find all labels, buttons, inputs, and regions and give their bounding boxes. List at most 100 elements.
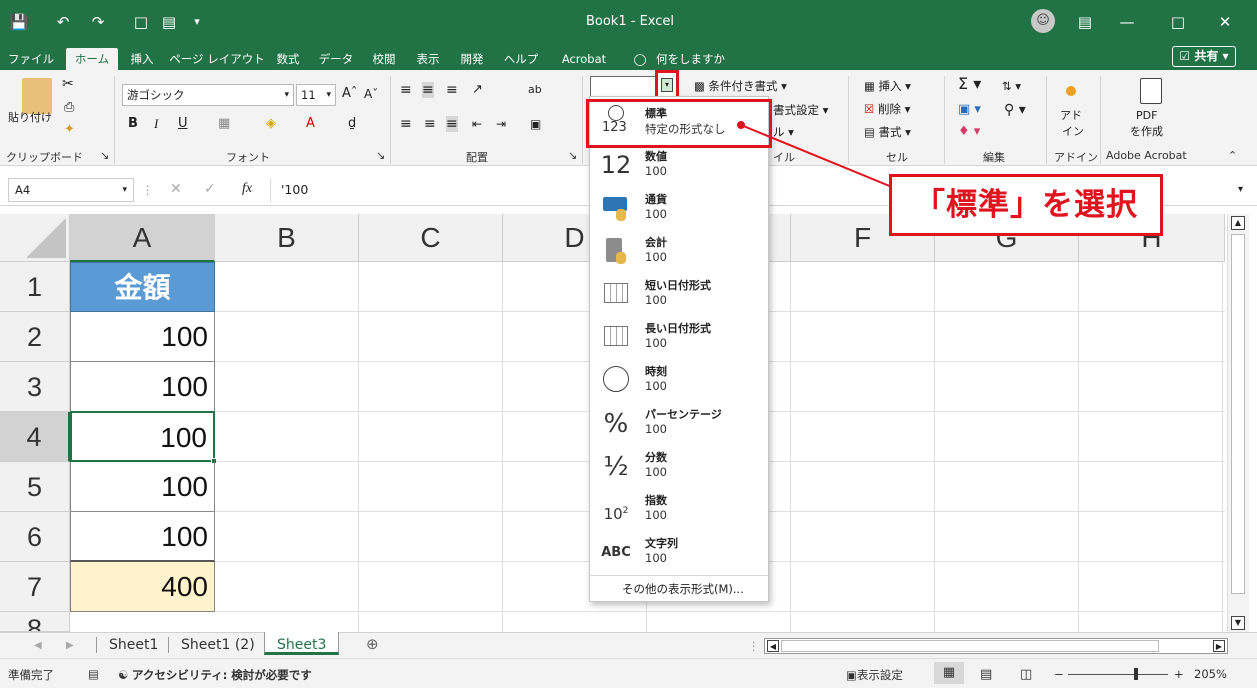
addins-icon[interactable] <box>1066 86 1076 96</box>
minimize-icon[interactable]: — <box>1112 10 1142 34</box>
horizontal-scrollbar[interactable]: ◀ ▶ <box>764 638 1228 654</box>
tab-acrobat[interactable]: Acrobat <box>552 48 616 70</box>
new-doc-icon[interactable]: □ <box>130 11 152 33</box>
tab-developer[interactable]: 開発 <box>454 48 490 70</box>
row-header-2[interactable]: 2 <box>0 312 70 362</box>
share-button[interactable]: ☑ 共有 ▾ <box>1172 46 1236 67</box>
row-header-7[interactable]: 7 <box>0 562 70 612</box>
maximize-icon[interactable]: □ <box>1163 10 1193 34</box>
border-icon[interactable]: ▦ <box>218 116 230 132</box>
collapse-ribbon-icon[interactable]: ⌃ <box>1228 149 1237 162</box>
cut-icon[interactable]: ✂ <box>62 76 74 92</box>
orientation-icon[interactable]: ↗ <box>472 82 483 98</box>
page-layout-view-icon[interactable]: ▤ <box>980 667 992 682</box>
cancel-icon[interactable]: ✕ <box>170 181 182 197</box>
normal-view-icon[interactable]: ▦ <box>934 662 964 684</box>
tab-file[interactable]: ファイル <box>6 48 56 70</box>
tab-insert[interactable]: 挿入 <box>124 48 160 70</box>
expand-formula-icon[interactable]: ▾ <box>1238 182 1243 198</box>
number-format-select[interactable] <box>590 76 656 98</box>
tab-home[interactable]: ホーム <box>66 48 118 70</box>
addins-line2[interactable]: イン <box>1062 124 1084 140</box>
column-header-a[interactable]: A <box>70 214 215 262</box>
insert-function-icon[interactable]: fx <box>242 181 252 197</box>
enter-icon[interactable]: ✓ <box>204 181 216 197</box>
format-item-time[interactable]: 時刻 100 <box>590 359 768 402</box>
align-center-icon[interactable]: ≡ <box>424 116 436 132</box>
align-middle-icon[interactable]: ≡ <box>422 82 434 98</box>
macro-record-icon[interactable]: ▤ <box>88 667 99 681</box>
cell-a6[interactable]: 100 <box>70 512 215 562</box>
zoom-level[interactable]: 205% <box>1194 667 1227 681</box>
prev-sheet-icon[interactable]: ◀ <box>34 638 42 654</box>
scroll-down-icon[interactable]: ▼ <box>1231 616 1245 630</box>
pdf-line2[interactable]: を作成 <box>1130 124 1163 140</box>
format-item-scientific[interactable]: 102 指数 100 <box>590 488 768 531</box>
sheet-tab-1[interactable]: Sheet1 <box>96 637 158 653</box>
autosum-icon[interactable]: Σ ▾ <box>958 76 981 92</box>
wrap-text-icon[interactable]: ab <box>528 82 542 98</box>
ribbon-display-icon[interactable]: ▤ <box>1070 10 1100 34</box>
redo-icon[interactable]: ↷ <box>87 11 109 33</box>
alignment-launcher-icon[interactable]: ↘ <box>568 149 577 162</box>
font-name-select[interactable]: 游ゴシック ▾ <box>122 84 294 106</box>
display-settings-button[interactable]: ▣表示設定 <box>846 667 903 683</box>
vertical-scrollbar[interactable]: ▲ ▼ <box>1227 214 1249 632</box>
align-bottom-icon[interactable]: ≡ <box>446 82 458 98</box>
sheet-tab-2[interactable]: Sheet1 (2) <box>168 637 255 653</box>
increase-font-icon[interactable]: Aˆ <box>342 86 357 102</box>
font-size-select[interactable]: 11 ▾ <box>296 84 336 106</box>
decrease-indent-icon[interactable]: ⇤ <box>472 116 482 132</box>
sort-filter-icon[interactable]: ⇅ ▾ <box>1002 78 1021 94</box>
find-icon[interactable]: ⚲ ▾ <box>1004 102 1026 118</box>
customize-icon[interactable]: ▾ <box>186 11 208 33</box>
sheet-tab-3[interactable]: Sheet3 <box>264 632 340 655</box>
bold-button[interactable]: B <box>128 116 138 132</box>
tab-page-layout[interactable]: ページ レイアウト <box>168 48 266 70</box>
column-header-b[interactable]: B <box>215 214 359 262</box>
format-item-fraction[interactable]: ½ 分数 100 <box>590 445 768 488</box>
row-header-5[interactable]: 5 <box>0 462 70 512</box>
italic-button[interactable]: I <box>154 116 158 132</box>
paste-icon[interactable] <box>22 78 52 114</box>
format-item-text[interactable]: ABC 文字列 100 <box>590 531 768 574</box>
fill-color-icon[interactable]: ◈ <box>266 116 276 132</box>
cell-a5[interactable]: 100 <box>70 462 215 512</box>
tab-data[interactable]: データ <box>314 48 358 70</box>
pdf-line1[interactable]: PDF <box>1136 108 1157 124</box>
zoom-out-icon[interactable]: − <box>1054 667 1064 681</box>
row-header-3[interactable]: 3 <box>0 362 70 412</box>
tell-me-search[interactable]: 何をしますか <box>656 48 736 70</box>
column-header-c[interactable]: C <box>359 214 503 262</box>
format-item-short-date[interactable]: 短い日付形式 100 <box>590 273 768 316</box>
zoom-in-icon[interactable]: + <box>1174 667 1184 681</box>
page-break-view-icon[interactable]: ◫ <box>1020 667 1032 682</box>
select-all-corner[interactable] <box>0 214 70 262</box>
tab-review[interactable]: 校閲 <box>366 48 402 70</box>
font-launcher-icon[interactable]: ↘ <box>376 149 385 162</box>
align-top-icon[interactable]: ≡ <box>400 82 412 98</box>
pdf-icon[interactable] <box>1140 78 1162 104</box>
font-color-icon[interactable]: A <box>306 116 315 132</box>
merge-center-icon[interactable]: ▣ <box>530 116 541 132</box>
clear-icon[interactable]: ♦ ▾ <box>958 124 980 140</box>
form-icon[interactable]: ▤ <box>158 11 180 33</box>
format-item-percentage[interactable]: % パーセンテージ 100 <box>590 402 768 445</box>
zoom-slider[interactable] <box>1068 674 1168 675</box>
format-item-long-date[interactable]: 長い日付形式 100 <box>590 316 768 359</box>
cell-a3[interactable]: 100 <box>70 362 215 412</box>
format-item-accounting[interactable]: 会計 100 <box>590 230 768 273</box>
decrease-font-icon[interactable]: Aˇ <box>364 86 378 102</box>
conditional-format-button[interactable]: ▩ 条件付き書式 ▾ <box>694 78 787 94</box>
format-painter-icon[interactable]: ✦ <box>64 122 75 138</box>
cell-a2[interactable]: 100 <box>70 312 215 362</box>
name-box[interactable]: A4 ▾ <box>8 178 134 202</box>
cell-a7[interactable]: 400 <box>70 562 215 612</box>
underline-button[interactable]: U <box>178 116 188 132</box>
cell-a1[interactable]: 金額 <box>70 262 215 312</box>
scroll-up-icon[interactable]: ▲ <box>1231 216 1245 230</box>
avatar[interactable]: ☺ <box>1031 9 1055 33</box>
row-header-4[interactable]: 4 <box>0 412 70 462</box>
addins-line1[interactable]: アド <box>1060 108 1082 124</box>
save-icon[interactable]: 💾 <box>8 11 30 33</box>
